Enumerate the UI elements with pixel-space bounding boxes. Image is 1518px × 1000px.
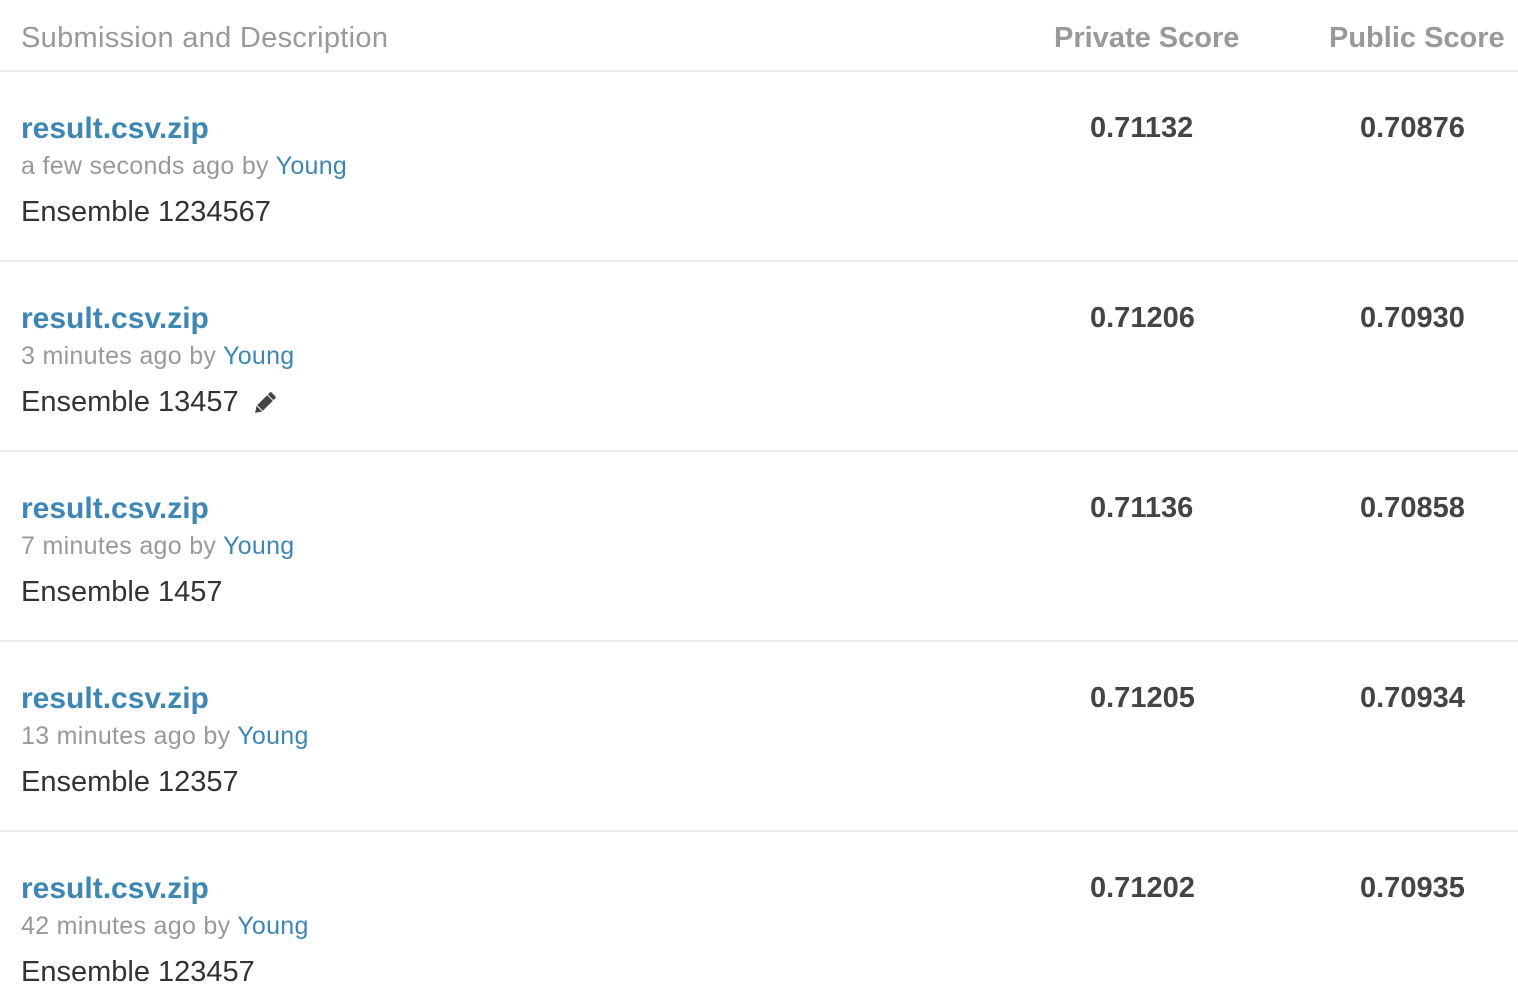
- public-score: 0.70934: [1360, 682, 1465, 714]
- submission-meta: 42 minutes ago by Young: [21, 912, 309, 941]
- header-submission-description: Submission and Description: [21, 22, 389, 54]
- submission-time: 42 minutes ago: [21, 912, 197, 940]
- private-score: 0.71136: [1090, 492, 1194, 524]
- submissions-table: Submission and Description Private Score…: [0, 0, 1518, 1000]
- submission-by: by: [203, 722, 231, 750]
- table-header: Submission and Description Private Score…: [0, 0, 1518, 72]
- submission-user-link[interactable]: Young: [223, 342, 295, 370]
- private-score: 0.71205: [1090, 682, 1195, 714]
- submission-row: result.csv.zip 3 minutes ago by Young En…: [0, 262, 1518, 452]
- submission-time: 3 minutes ago: [21, 342, 182, 370]
- submission-user-link[interactable]: Young: [223, 532, 295, 560]
- submission-file-link[interactable]: result.csv.zip: [21, 112, 209, 146]
- submission-time: 13 minutes ago: [21, 722, 197, 750]
- public-score: 0.70858: [1360, 492, 1465, 524]
- submission-user-link[interactable]: Young: [237, 912, 309, 940]
- submission-row: result.csv.zip a few seconds ago by Youn…: [0, 72, 1518, 262]
- submission-meta: a few seconds ago by Young: [21, 152, 347, 181]
- submission-description: Ensemble 1457: [21, 576, 223, 609]
- submission-by: by: [241, 152, 269, 180]
- submission-meta: 13 minutes ago by Young: [21, 722, 309, 751]
- public-score: 0.70930: [1360, 302, 1465, 334]
- header-public-score[interactable]: Public Score: [1329, 22, 1505, 55]
- pencil-icon[interactable]: [249, 387, 281, 419]
- submission-description: Ensemble 123457: [21, 956, 255, 989]
- public-score: 0.70876: [1360, 112, 1465, 144]
- submission-row: result.csv.zip 13 minutes ago by Young E…: [0, 642, 1518, 832]
- submission-by: by: [189, 342, 217, 370]
- submission-description-text: Ensemble 13457: [21, 386, 239, 418]
- submission-file-link[interactable]: result.csv.zip: [21, 492, 209, 526]
- submission-description-text: Ensemble 123457: [21, 956, 255, 988]
- submission-description: Ensemble 13457: [21, 386, 281, 419]
- submission-time: 7 minutes ago: [21, 532, 182, 560]
- submission-file-link[interactable]: result.csv.zip: [21, 682, 209, 716]
- submission-description: Ensemble 12357: [21, 766, 239, 799]
- submission-file-link[interactable]: result.csv.zip: [21, 872, 209, 906]
- submission-file-link[interactable]: result.csv.zip: [21, 302, 209, 336]
- submission-description-text: Ensemble 1234567: [21, 196, 271, 228]
- submission-user-link[interactable]: Young: [237, 722, 309, 750]
- submission-description-text: Ensemble 12357: [21, 766, 239, 798]
- header-private-score[interactable]: Private Score: [1054, 22, 1239, 55]
- submission-meta: 3 minutes ago by Young: [21, 342, 295, 371]
- submission-by: by: [203, 912, 231, 940]
- submission-row: result.csv.zip 42 minutes ago by Young E…: [0, 832, 1518, 1000]
- private-score: 0.71132: [1090, 112, 1194, 144]
- submission-by: by: [189, 532, 217, 560]
- submission-user-link[interactable]: Young: [276, 152, 348, 180]
- private-score: 0.71202: [1090, 872, 1195, 904]
- public-score: 0.70935: [1360, 872, 1465, 904]
- submission-time: a few seconds ago: [21, 152, 235, 180]
- submission-meta: 7 minutes ago by Young: [21, 532, 295, 561]
- private-score: 0.71206: [1090, 302, 1195, 334]
- submission-description: Ensemble 1234567: [21, 196, 271, 229]
- submission-description-text: Ensemble 1457: [21, 576, 223, 608]
- submission-row: result.csv.zip 7 minutes ago by Young En…: [0, 452, 1518, 642]
